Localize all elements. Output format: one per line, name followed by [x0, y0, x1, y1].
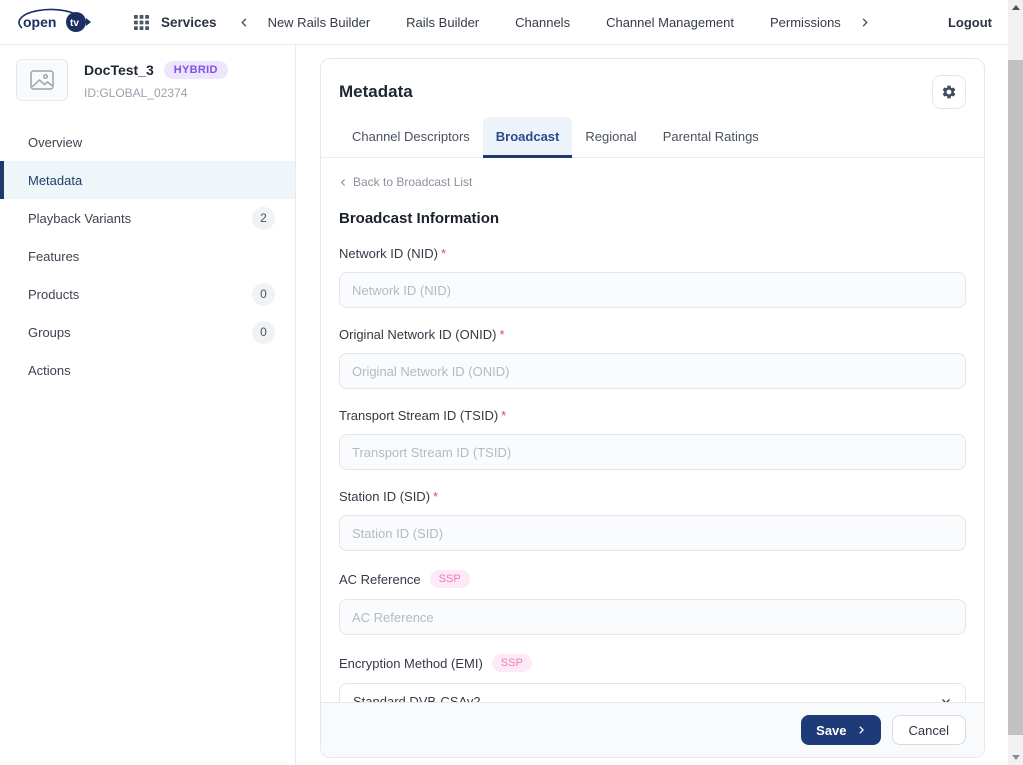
image-placeholder-icon — [30, 70, 54, 90]
top-nav: open tv Services New Rails Builder Rails… — [0, 0, 1008, 45]
sidebar-item-label: Products — [28, 287, 79, 302]
section-title: Broadcast Information — [339, 210, 966, 227]
transport-stream-id-input[interactable] — [339, 434, 966, 470]
nav-item-new-rails-builder[interactable]: New Rails Builder — [268, 15, 371, 30]
sidebar-item-label: Overview — [28, 135, 82, 150]
sidebar-item-products[interactable]: Products 0 — [0, 275, 295, 313]
chevron-left-icon — [339, 178, 348, 187]
opentv-logo[interactable]: open tv — [18, 8, 94, 36]
required-asterisk: * — [433, 489, 438, 504]
apps-grid-icon[interactable] — [134, 15, 149, 30]
entity-header: DocTest_3 HYBRID ID:GLOBAL_02374 — [0, 45, 295, 117]
nav-item-permissions[interactable]: Permissions — [770, 15, 841, 30]
required-asterisk: * — [501, 408, 506, 423]
nav-item-channel-management[interactable]: Channel Management — [606, 15, 734, 30]
metadata-panel: Metadata Channel Descriptors Broadcast R… — [320, 58, 985, 758]
opentv-logo-graphic: open tv — [18, 8, 94, 36]
ac-reference-input[interactable] — [339, 599, 966, 635]
required-asterisk: * — [441, 246, 446, 261]
field-label: AC Reference — [339, 572, 421, 587]
sidebar-menu: Overview Metadata Playback Variants 2 Fe… — [0, 123, 295, 389]
field-network-id: Network ID (NID) * — [339, 246, 966, 308]
chevron-down-icon — [940, 695, 952, 702]
gear-icon — [941, 84, 957, 100]
ssp-badge: SSP — [492, 654, 532, 672]
entity-name: DocTest_3 — [84, 62, 154, 78]
tab-broadcast[interactable]: Broadcast — [483, 117, 573, 158]
page-title: Metadata — [339, 82, 413, 102]
panel-header: Metadata — [321, 59, 984, 117]
ssp-badge: SSP — [430, 570, 470, 588]
sidebar-item-overview[interactable]: Overview — [0, 123, 295, 161]
station-id-input[interactable] — [339, 515, 966, 551]
back-to-broadcast-list-link[interactable]: Back to Broadcast List — [339, 175, 472, 189]
svg-text:open: open — [23, 14, 56, 30]
chevron-right-icon — [856, 725, 866, 735]
entity-type-badge: HYBRID — [164, 61, 228, 79]
field-encryption-method: Encryption Method (EMI) SSP Standard DVB… — [339, 654, 966, 702]
field-transport-stream-id: Transport Stream ID (TSID) * — [339, 408, 966, 470]
field-station-id: Station ID (SID) * — [339, 489, 966, 551]
entity-meta: DocTest_3 HYBRID ID:GLOBAL_02374 — [84, 59, 228, 100]
sidebar-item-label: Playback Variants — [28, 211, 131, 226]
sidebar-item-label: Metadata — [28, 173, 82, 188]
tab-parental-ratings[interactable]: Parental Ratings — [650, 117, 772, 158]
scrollbar[interactable] — [1008, 0, 1023, 765]
scrollbar-down-arrow[interactable] — [1008, 750, 1023, 765]
logout-button[interactable]: Logout — [948, 15, 992, 30]
sidebar-item-groups[interactable]: Groups 0 — [0, 313, 295, 351]
metadata-tabs: Channel Descriptors Broadcast Regional P… — [321, 117, 984, 158]
field-label: Network ID (NID) — [339, 246, 438, 261]
select-value: Standard DVB-CSAv2 — [353, 694, 481, 703]
svg-text:tv: tv — [70, 18, 79, 29]
services-menu[interactable]: Services — [161, 15, 217, 30]
field-original-network-id: Original Network ID (ONID) * — [339, 327, 966, 389]
nav-scroll-right-icon[interactable] — [859, 17, 870, 28]
field-ac-reference: AC Reference SSP — [339, 570, 966, 635]
sidebar-item-playback-variants[interactable]: Playback Variants 2 — [0, 199, 295, 237]
entity-id: ID:GLOBAL_02374 — [84, 86, 228, 100]
form-footer: Save Cancel — [321, 702, 984, 757]
back-link-label: Back to Broadcast List — [353, 175, 472, 189]
nav-item-rails-builder[interactable]: Rails Builder — [406, 15, 479, 30]
field-label: Original Network ID (ONID) — [339, 327, 496, 342]
encryption-method-select[interactable]: Standard DVB-CSAv2 — [339, 683, 966, 702]
network-id-input[interactable] — [339, 272, 966, 308]
count-badge: 0 — [252, 321, 275, 344]
field-label: Encryption Method (EMI) — [339, 656, 483, 671]
field-label: Transport Stream ID (TSID) — [339, 408, 498, 423]
sidebar: DocTest_3 HYBRID ID:GLOBAL_02374 Overvie… — [0, 45, 296, 765]
settings-button[interactable] — [932, 75, 966, 109]
sidebar-item-label: Actions — [28, 363, 71, 378]
sidebar-item-label: Features — [28, 249, 79, 264]
broadcast-form: Back to Broadcast List Broadcast Informa… — [321, 158, 984, 702]
cancel-button[interactable]: Cancel — [892, 715, 966, 745]
channel-thumbnail — [16, 59, 68, 101]
top-nav-links: New Rails Builder Rails Builder Channels… — [268, 15, 841, 30]
scrollbar-up-arrow[interactable] — [1008, 0, 1023, 15]
sidebar-item-label: Groups — [28, 325, 71, 340]
scrollbar-thumb[interactable] — [1008, 60, 1023, 735]
save-label: Save — [816, 723, 846, 738]
sidebar-item-actions[interactable]: Actions — [0, 351, 295, 389]
tab-channel-descriptors[interactable]: Channel Descriptors — [339, 117, 483, 158]
nav-scroll-left-icon[interactable] — [239, 17, 250, 28]
tab-regional[interactable]: Regional — [572, 117, 649, 158]
sidebar-item-features[interactable]: Features — [0, 237, 295, 275]
required-asterisk: * — [499, 327, 504, 342]
sidebar-item-metadata[interactable]: Metadata — [0, 161, 295, 199]
count-badge: 0 — [252, 283, 275, 306]
nav-item-channels[interactable]: Channels — [515, 15, 570, 30]
original-network-id-input[interactable] — [339, 353, 966, 389]
count-badge: 2 — [252, 207, 275, 230]
save-button[interactable]: Save — [801, 715, 880, 745]
field-label: Station ID (SID) — [339, 489, 430, 504]
